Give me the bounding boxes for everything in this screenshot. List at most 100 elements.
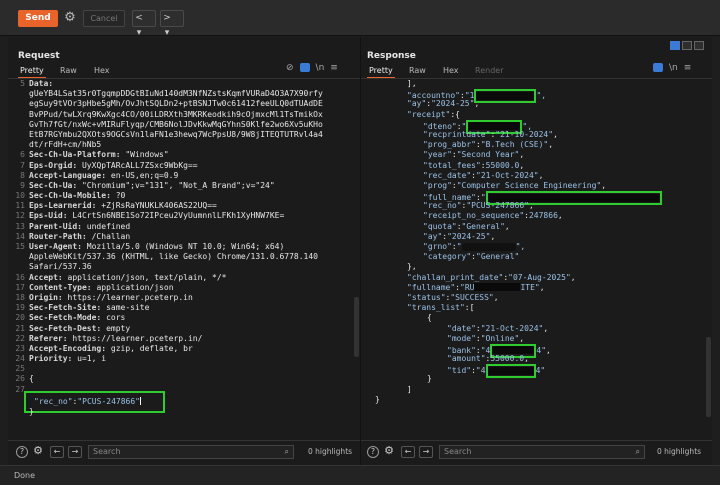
header-value: "Windows" bbox=[120, 150, 169, 160]
header-value: UyXQpTARcALL7ZSxc9WbKg== bbox=[77, 160, 198, 170]
tab-pretty[interactable]: Pretty bbox=[20, 66, 44, 75]
header-name: Router-Path: bbox=[29, 231, 87, 241]
request-scrollbar[interactable] bbox=[354, 297, 359, 357]
help-icon[interactable]: ? bbox=[367, 446, 379, 458]
line-number: 20 bbox=[15, 313, 25, 323]
json-value: "PCUS-247866" bbox=[77, 396, 140, 406]
header-name: Accept-Language: bbox=[29, 170, 107, 180]
layout-split-icon[interactable] bbox=[670, 41, 680, 50]
line-number: 12 bbox=[15, 211, 25, 221]
header-name: Priority: bbox=[29, 354, 73, 364]
code-text: { bbox=[29, 374, 34, 384]
code-line: gUeYB4LSat35r0TgqmpDDGtBIuNd140dM3NfNZst… bbox=[8, 89, 360, 99]
code-text: dt/rFdH+cm/hNb5 bbox=[29, 140, 102, 150]
menu-icon[interactable]: ≡ bbox=[684, 63, 692, 73]
code-line: 15 User-Agent: Mozilla/5.0 (Windows NT 10… bbox=[8, 242, 360, 252]
code-line: 22 Referer: https://learner.pceterp.in/ bbox=[8, 334, 360, 344]
line-number: 26 bbox=[15, 374, 25, 384]
request-bottom-bar: ? ⚙ ← → Search ⌕ 0 highlights bbox=[8, 440, 360, 462]
newline-icon[interactable]: \n bbox=[316, 63, 325, 73]
header-name: Eps-Orgid: bbox=[29, 160, 78, 170]
settings-gear-icon[interactable]: ⚙ bbox=[383, 445, 395, 458]
header-name: Sec-Ch-Ua: bbox=[29, 180, 78, 190]
next-match-button[interactable]: → bbox=[68, 446, 82, 458]
header-name: Referer: bbox=[29, 333, 68, 343]
line-number: 24 bbox=[15, 354, 25, 364]
line-number: 17 bbox=[15, 282, 25, 292]
header-name: Sec-Fetch-Site: bbox=[29, 303, 102, 313]
wrap-toggle-icon[interactable] bbox=[653, 63, 663, 73]
header-value: cors bbox=[101, 313, 126, 323]
tab-render[interactable]: Render bbox=[475, 66, 503, 75]
next-match-button[interactable]: → bbox=[419, 446, 433, 458]
line-number: 22 bbox=[15, 333, 25, 343]
code-line: 7 Eps-Orgid: UyXQpTARcALL7ZSxc9WbKg== bbox=[8, 161, 360, 171]
prev-match-button[interactable]: ← bbox=[50, 446, 64, 458]
code-line: EtB7RGYmbu2QXOts9OGCsVn1laFN1e3hewq7WcPp… bbox=[8, 130, 360, 140]
header-name: Sec-Ch-Ua-Platform: bbox=[29, 150, 121, 160]
line-number: 10 bbox=[15, 191, 25, 201]
header-value: L4CrtSn6NBE1So72IPceu2VyUumnnlLFKh1XyHNW… bbox=[67, 211, 285, 221]
line-number: 14 bbox=[15, 231, 25, 241]
line-number: 7 bbox=[20, 160, 25, 170]
line-number: 8 bbox=[20, 170, 25, 180]
code-text: gUeYB4LSat35r0TgqmpDDGtBIuNd140dM3NfNZst… bbox=[29, 89, 323, 99]
tab-hex[interactable]: Hex bbox=[94, 66, 110, 75]
help-icon[interactable]: ? bbox=[16, 446, 28, 458]
send-button[interactable]: Send bbox=[18, 10, 58, 27]
response-bottom-bar: ? ⚙ ← → Search ⌕ 0 highlights bbox=[361, 440, 712, 462]
code-line: 19 Sec-Fetch-Site: same-site bbox=[8, 303, 360, 313]
code-line: 20 Sec-Fetch-Mode: cors bbox=[8, 313, 360, 323]
header-value: undefined bbox=[81, 221, 131, 231]
code-line: 14 Router-Path: /Challan bbox=[8, 232, 360, 242]
redacted-value bbox=[474, 283, 521, 292]
header-value: u=1, i bbox=[72, 354, 107, 364]
prev-match-button[interactable]: ← bbox=[401, 446, 415, 458]
request-search-input[interactable]: Search ⌕ bbox=[88, 445, 294, 459]
response-scrollbar[interactable] bbox=[706, 337, 711, 417]
search-icon: ⌕ bbox=[284, 447, 289, 456]
layout-tabs-icon[interactable] bbox=[694, 41, 704, 50]
menu-icon[interactable]: ≡ bbox=[330, 63, 338, 73]
back-button[interactable]: <▾ bbox=[132, 10, 156, 38]
response-editor[interactable]: ], "accountno":"1 ", "ay":"2024-25", "rec… bbox=[361, 79, 712, 439]
cancel-button[interactable]: Cancel bbox=[83, 10, 125, 27]
line-number: 19 bbox=[15, 303, 25, 313]
settings-gear-icon[interactable]: ⚙ bbox=[32, 445, 44, 458]
response-highlight-count: 0 highlights bbox=[657, 447, 702, 456]
response-search-input[interactable]: Search ⌕ bbox=[439, 445, 645, 459]
header-name: Origin: bbox=[29, 292, 63, 302]
code-line: AppleWebKit/537.36 (KHTML, like Gecko) C… bbox=[8, 252, 360, 262]
request-title: Request bbox=[18, 51, 60, 61]
tab-hex[interactable]: Hex bbox=[443, 66, 459, 75]
forward-button[interactable]: >▾ bbox=[160, 10, 184, 38]
tab-raw[interactable]: Raw bbox=[60, 66, 77, 75]
header-value: same-site bbox=[101, 303, 150, 313]
line-number: 5 bbox=[20, 79, 25, 88]
layout-horizontal-icon[interactable] bbox=[682, 41, 692, 50]
redacted-value bbox=[461, 242, 516, 251]
header-value: gzip, deflate, br bbox=[106, 343, 193, 353]
header-name: Sec-Fetch-Mode: bbox=[29, 313, 102, 323]
status-text: Done bbox=[14, 471, 36, 480]
status-bar: Done bbox=[0, 465, 720, 485]
gear-icon[interactable]: ⚙ bbox=[63, 11, 77, 25]
code-line: 26 { bbox=[8, 374, 360, 384]
request-highlight-count: 0 highlights bbox=[308, 447, 353, 456]
layout-toggle[interactable] bbox=[668, 41, 704, 53]
tab-raw[interactable]: Raw bbox=[409, 66, 426, 75]
header-value: application/json, text/plain, */* bbox=[62, 272, 227, 282]
hide-icon[interactable]: ⊘ bbox=[286, 63, 294, 73]
request-editor[interactable]: 5 Data: gUeYB4LSat35r0TgqmpDDGtBIuNd140dM3… bbox=[8, 79, 360, 439]
header-name: Accept: bbox=[29, 272, 63, 282]
code-text: BvPPud/twLXrq9KwXgc4CO/00iLDRXth3MKRKeod… bbox=[29, 109, 323, 119]
code-line: 9 Sec-Ch-Ua: "Chromium";v="131", "Not_A B… bbox=[8, 181, 360, 191]
wrap-toggle-icon[interactable] bbox=[299, 63, 310, 73]
code-text: } bbox=[29, 406, 34, 416]
code-line: 21 Sec-Fetch-Dest: empty bbox=[8, 324, 360, 334]
header-value: Mozilla/5.0 (Windows NT 10.0; Win64; x64… bbox=[81, 242, 285, 251]
header-name: Eps-Learnerid: bbox=[29, 201, 97, 211]
tab-pretty[interactable]: Pretty bbox=[369, 66, 393, 75]
newline-icon[interactable]: \n bbox=[669, 63, 678, 73]
line-number: 9 bbox=[20, 180, 25, 190]
